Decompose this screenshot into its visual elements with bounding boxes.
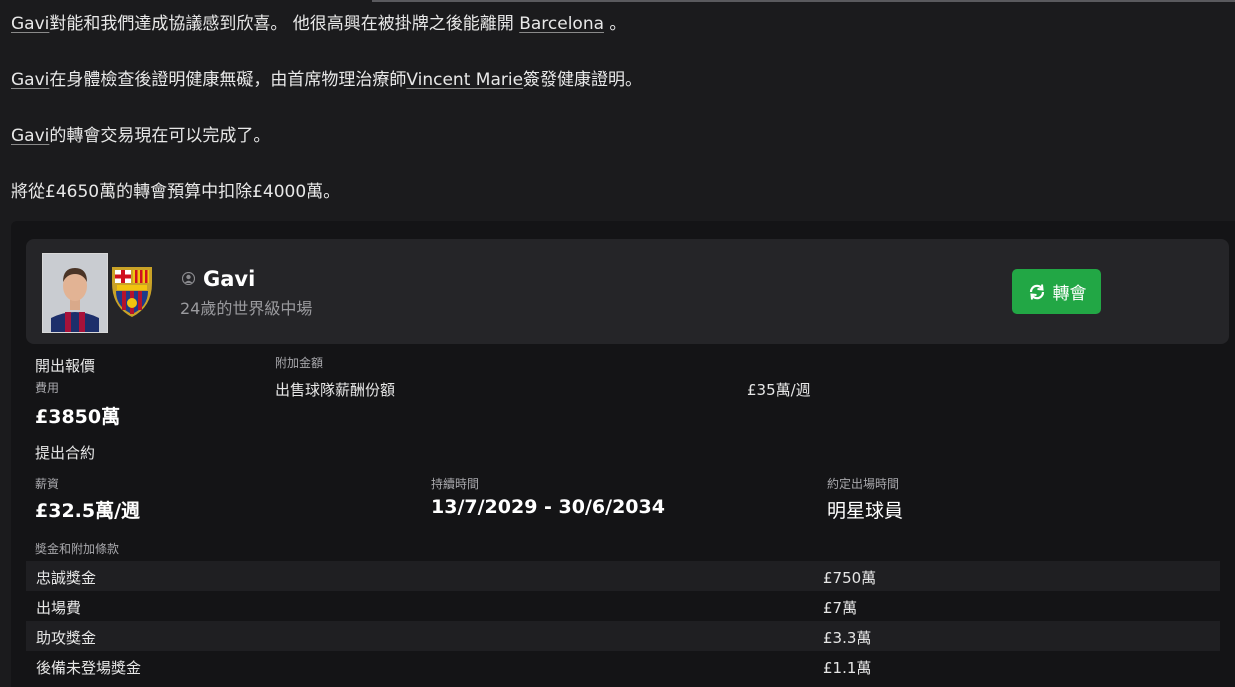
duration-label: 持續時間: [431, 477, 480, 491]
table-row: 出場費 £7萬: [26, 591, 1220, 621]
refresh-icon: [1029, 283, 1044, 300]
message-budget: 將從£4650萬的轉會預算中扣除£4000萬。: [11, 182, 341, 202]
bonus-name: 忠誠獎金: [36, 569, 97, 587]
fee-label: 費用: [35, 381, 60, 395]
message-log: Gavi對能和我們達成協議感到欣喜。 他很高興在被掛牌之後能離開 Barcelo…: [11, 14, 642, 238]
bonus-value: £3.3萬: [823, 629, 872, 647]
transfer-button-label: 轉會: [1052, 284, 1087, 304]
playing-time-value: 明星球員: [827, 500, 904, 522]
player-subtitle: 24歲的世界級中場: [180, 299, 313, 318]
playing-time-label: 約定出場時間: [827, 477, 900, 491]
message-agreement: Gavi對能和我們達成協議感到欣喜。 他很高興在被掛牌之後能離開 Barcelo…: [11, 14, 627, 34]
bonuses-heading: 獎金和附加條款: [35, 542, 120, 556]
addon-label: 附加金額: [275, 356, 324, 370]
player-link[interactable]: Gavi: [11, 126, 49, 146]
contract-heading: 提出合約: [35, 444, 96, 462]
person-icon: [181, 270, 196, 289]
player-name-row: Gavi: [181, 267, 255, 291]
bonus-table: 忠誠獎金 £750萬 出場費 £7萬 助攻獎金 £3.3萬 後備未登場獎金 £1…: [26, 561, 1220, 681]
bonus-value: £7萬: [823, 599, 858, 617]
message-medical: Gavi在身體檢查後證明健康無礙，由首席物理治療師Vincent Marie簽發…: [11, 70, 643, 90]
transfer-button[interactable]: 轉會: [1012, 269, 1101, 314]
bonus-value: £750萬: [823, 569, 877, 587]
bonus-value: £1.1萬: [823, 659, 872, 677]
addon-value: £35萬/週: [747, 381, 811, 399]
offer-heading: 開出報價: [35, 357, 96, 375]
club-link[interactable]: Barcelona: [519, 14, 604, 34]
bonus-name: 後備未登場獎金: [36, 659, 142, 677]
duration-value: 13/7/2029 - 30/6/2034: [431, 496, 665, 518]
addon-item: 出售球隊薪酬份額: [275, 381, 396, 399]
bonus-name: 助攻獎金: [36, 629, 97, 647]
table-row: 忠誠獎金 £750萬: [26, 561, 1220, 591]
message-complete: Gavi的轉會交易現在可以完成了。: [11, 126, 271, 146]
player-name[interactable]: Gavi: [203, 267, 255, 291]
bonus-name: 出場費: [36, 599, 82, 617]
fee-value: £3850萬: [35, 406, 121, 428]
player-photo[interactable]: [42, 253, 108, 333]
player-card: Gavi 24歲的世界級中場 轉會: [26, 239, 1229, 344]
wage-label: 薪資: [35, 477, 60, 491]
wage-value: £32.5萬/週: [35, 500, 141, 522]
fcb-crest[interactable]: [108, 263, 156, 319]
transfer-summary-panel: Gavi 24歲的世界級中場 轉會 開出報價 費用 £3850萬 附加金額 出售…: [11, 221, 1235, 687]
table-row: 助攻獎金 £3.3萬: [26, 621, 1220, 651]
table-row: 後備未登場獎金 £1.1萬: [26, 651, 1220, 681]
physio-link[interactable]: Vincent Marie: [406, 70, 523, 90]
player-link[interactable]: Gavi: [11, 70, 49, 90]
top-divider: [372, 0, 1235, 2]
player-link[interactable]: Gavi: [11, 14, 49, 34]
